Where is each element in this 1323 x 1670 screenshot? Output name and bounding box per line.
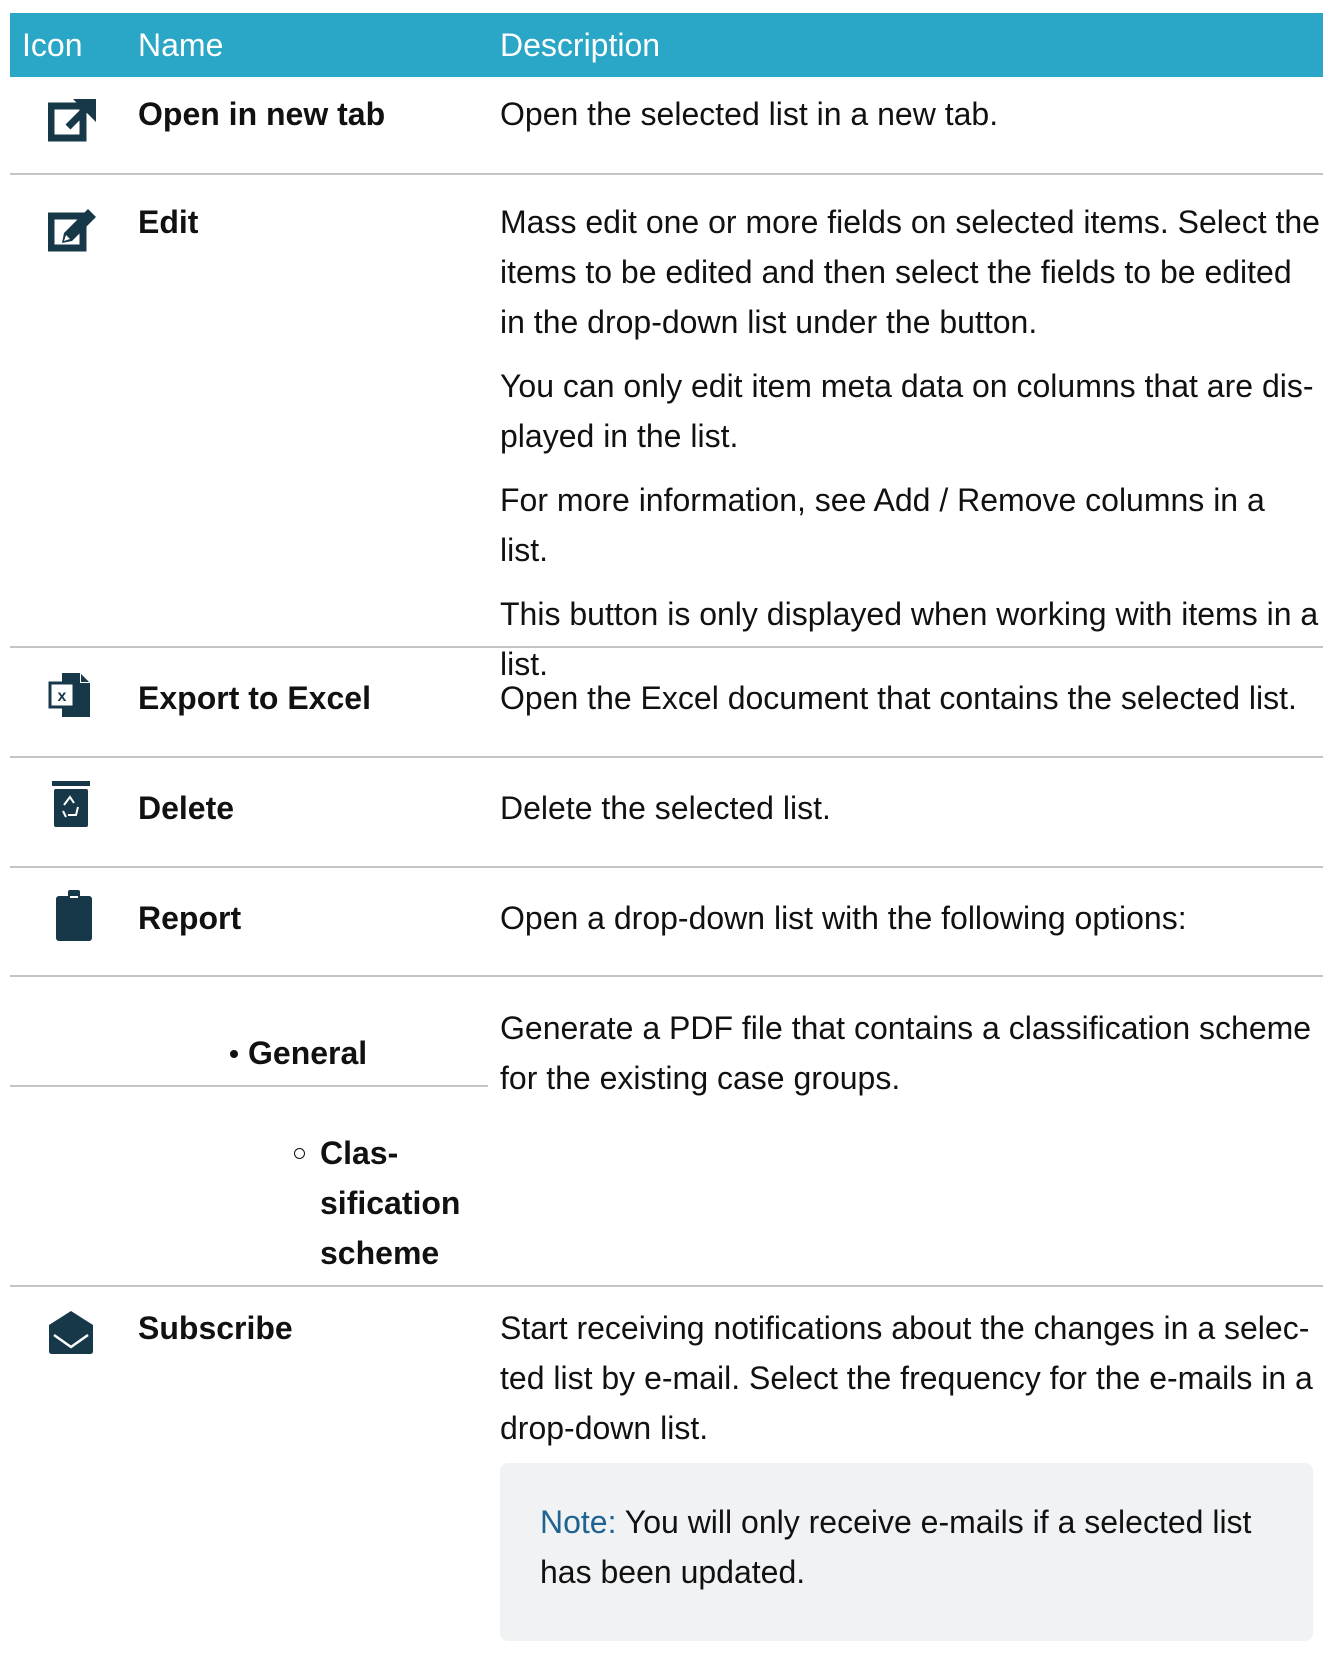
bullet-text: General: [248, 1035, 368, 1071]
row-name: Subscribe: [138, 1310, 293, 1346]
description-text: For more information, see Add / Remove c…: [500, 482, 1265, 568]
note-text: Note: You will only receive e-mails if a…: [540, 1497, 1280, 1597]
description-text: Open a drop-down list with the following…: [500, 900, 1187, 936]
row-divider: [10, 173, 1323, 175]
row-divider: [10, 1085, 488, 1087]
row-name: Delete: [138, 790, 235, 826]
row-divider: [10, 975, 1323, 977]
clipboard-icon: [56, 890, 92, 941]
header-icon: Icon: [22, 27, 83, 63]
description-text: Delete the selected list.: [500, 790, 831, 826]
commands-table: Icon Name Description Open in new tab Op…: [10, 13, 1323, 1668]
note-body: You will only receive e-mails if a selec…: [540, 1504, 1252, 1590]
bullet-dot: [230, 1049, 238, 1058]
row-divider: [10, 866, 1323, 868]
row-divider: [10, 646, 1323, 648]
row-description: Generate a PDF file that contains a clas…: [500, 1003, 1320, 1117]
table-header: Icon Name Description: [10, 13, 1323, 77]
note-label: Note:: [540, 1504, 617, 1540]
row-divider: [10, 1285, 1323, 1287]
description-text: Start receiving notifications about the …: [500, 1310, 1313, 1446]
description-text: Open the selected list in a new tab.: [500, 96, 999, 132]
note-box: Note: You will only receive e-mails if a…: [500, 1463, 1313, 1641]
row-description: Open the selected list in a new tab.: [500, 89, 1320, 153]
trash-icon: [52, 781, 90, 827]
row-description: Delete the selected list.: [500, 783, 1320, 847]
sub-bullet-text: scheme: [320, 1235, 440, 1271]
description-text: Mass edit one or more fields on selected…: [500, 204, 1320, 340]
row-divider: [10, 756, 1323, 758]
excel-icon: x: [48, 673, 90, 717]
description-text: Open the Excel document that contains th…: [500, 680, 1297, 716]
row-description: Mass edit one or more fields on selected…: [500, 197, 1320, 703]
open-in-new-tab-icon: [48, 99, 96, 142]
svg-text:x: x: [58, 688, 67, 705]
row-description: Open a drop-down list with the following…: [500, 893, 1320, 957]
row-name: Edit: [138, 204, 199, 240]
envelope-icon: [49, 1311, 93, 1354]
sub-bullet-circle: [294, 1148, 305, 1159]
list-item: General: [230, 1028, 367, 1078]
row-name: Report: [138, 900, 242, 936]
row-description: Start receiving notifications about the …: [500, 1303, 1320, 1467]
sub-list-item: Clas- sification scheme: [320, 1128, 460, 1278]
header-name: Name: [138, 27, 224, 63]
row-name: Export to Excel: [138, 680, 371, 716]
edit-icon: [48, 209, 96, 252]
description-text: Generate a PDF file that contains a clas…: [500, 1010, 1312, 1096]
description-text: You can only edit item meta data on colu…: [500, 368, 1314, 454]
header-description: Description: [500, 27, 661, 63]
sub-bullet-text: sification: [320, 1185, 461, 1221]
row-description: Open the Excel document that contains th…: [500, 673, 1320, 737]
sub-bullet-text: Clas-: [320, 1135, 399, 1171]
row-name: Open in new tab: [138, 96, 386, 132]
